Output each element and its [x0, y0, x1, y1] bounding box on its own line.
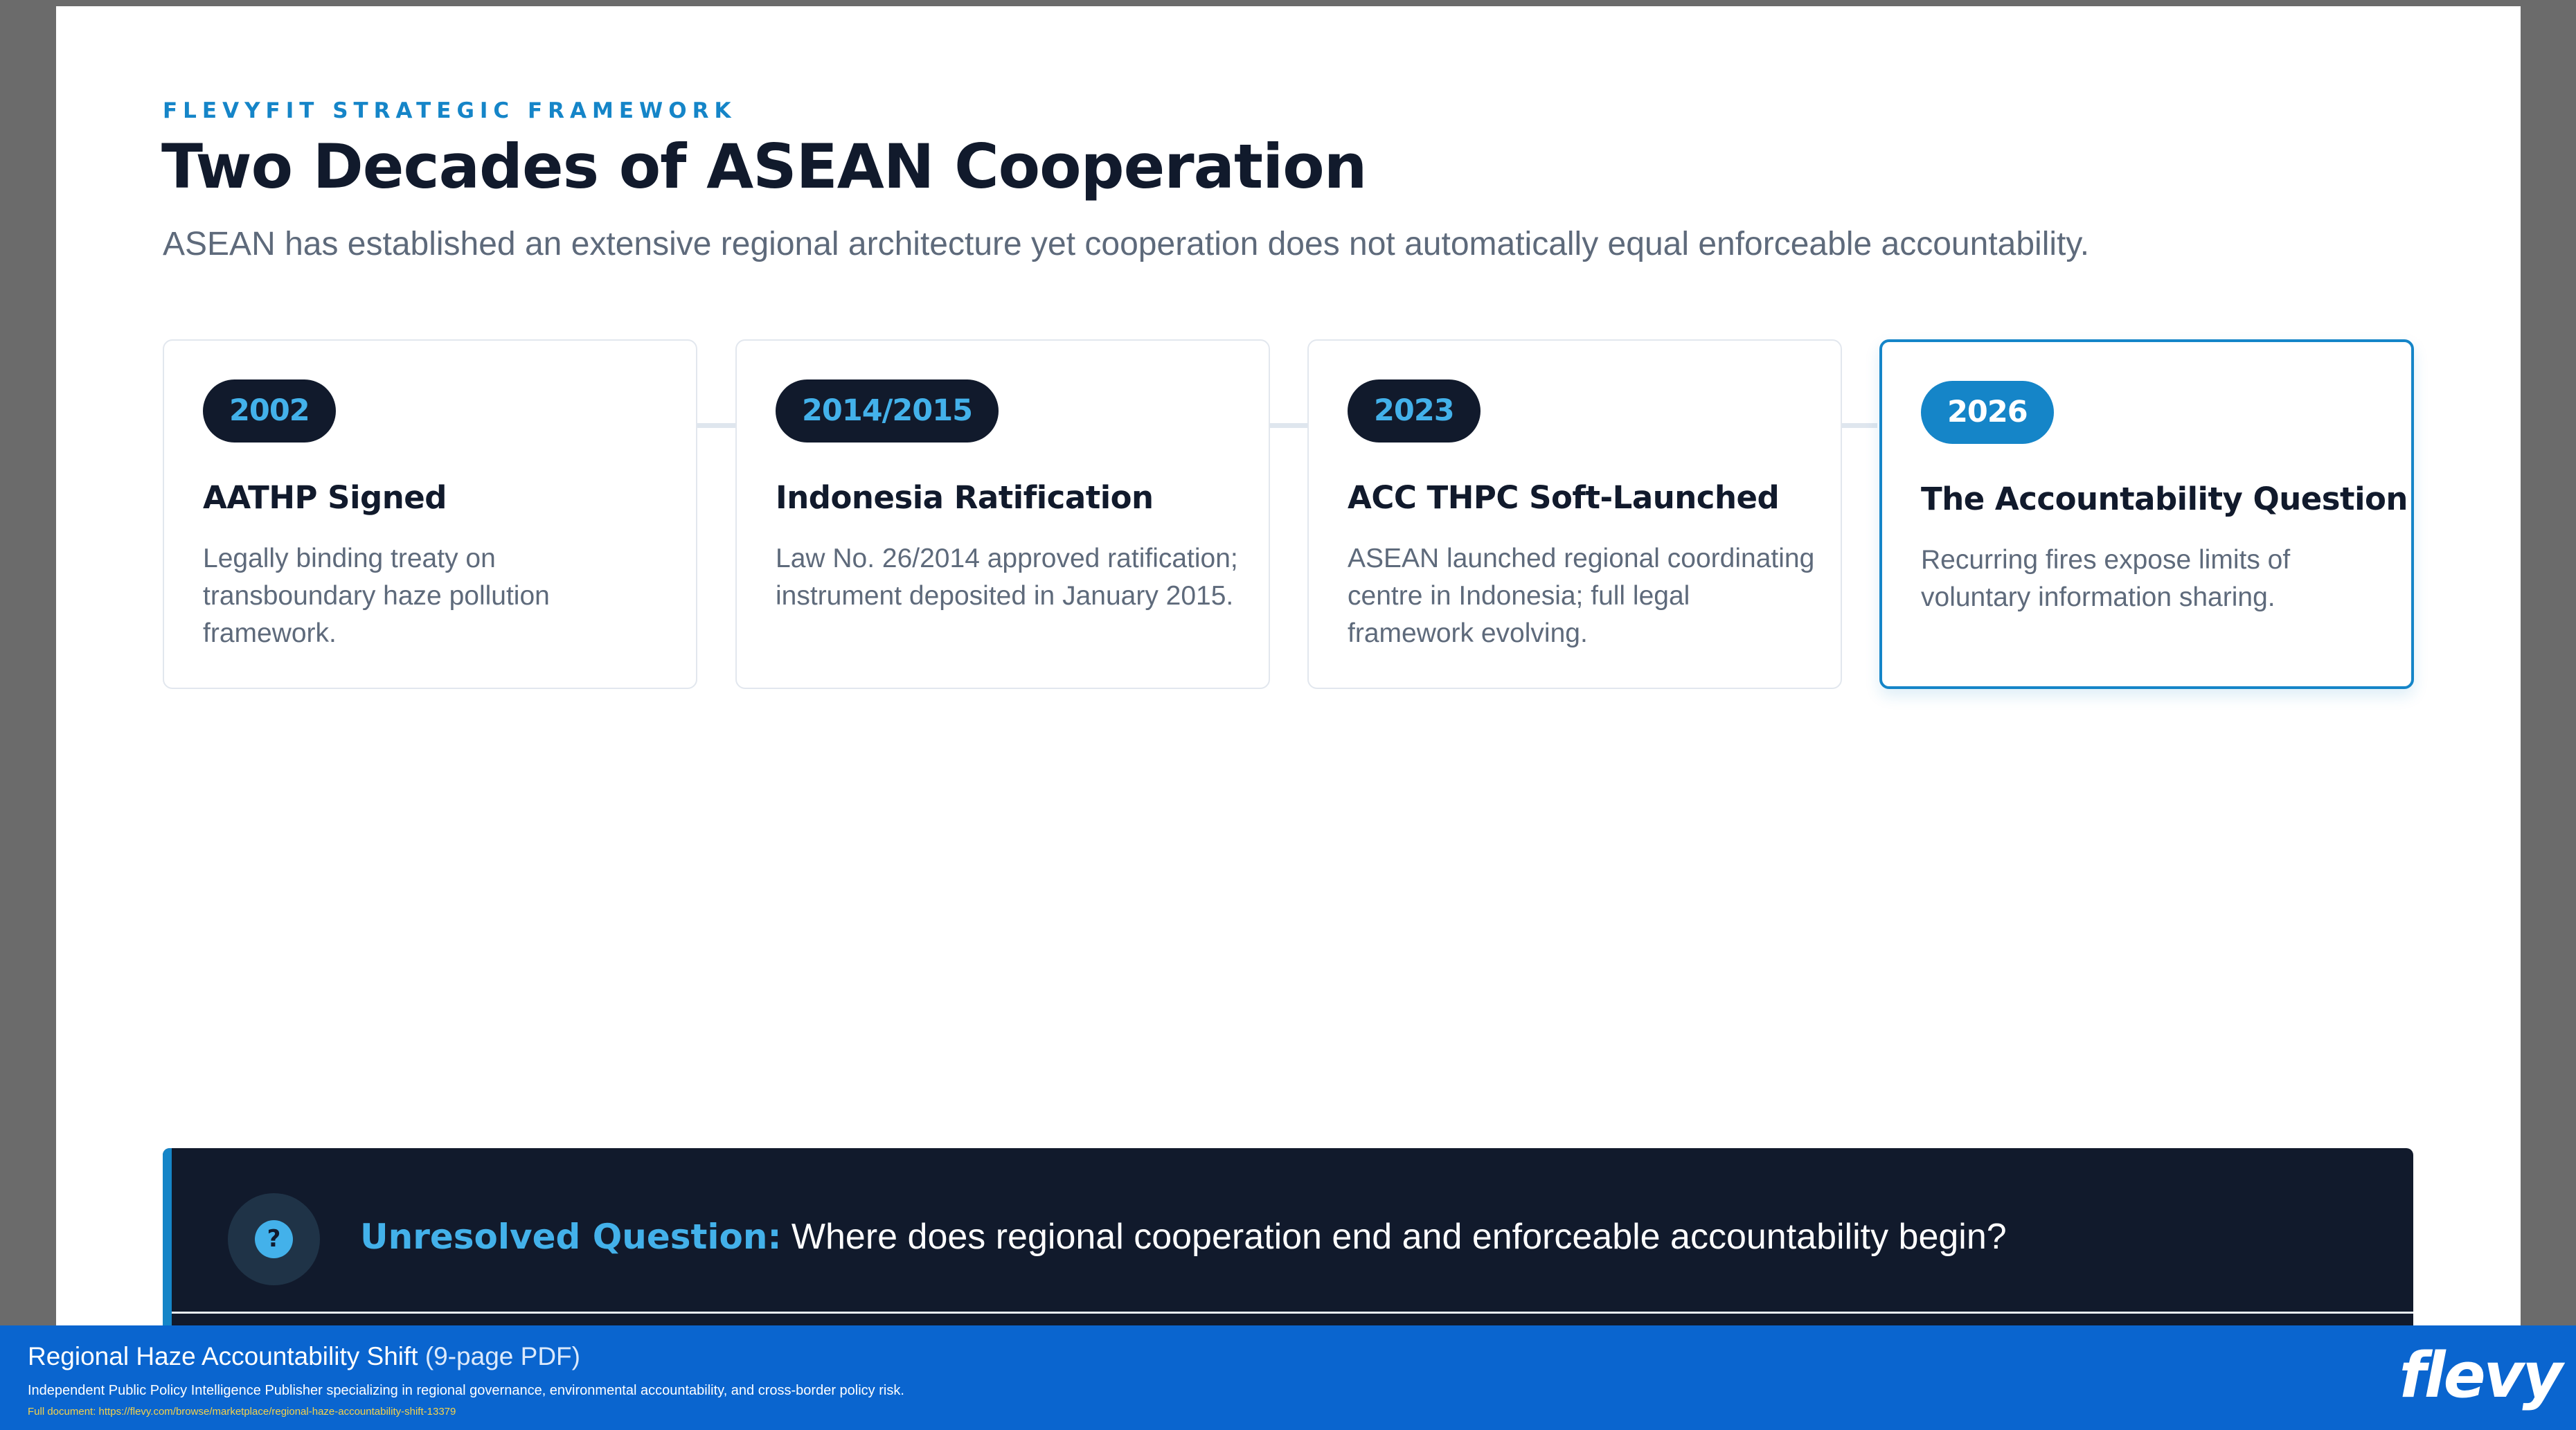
timeline-connector — [1836, 423, 1877, 428]
card-title: AATHP Signed — [203, 479, 447, 516]
question-icon-container: ? — [228, 1193, 320, 1285]
card-description: Legally binding treaty on transboundary … — [203, 544, 550, 648]
timeline-connector — [697, 423, 739, 428]
question-label: Unresolved Question: — [360, 1217, 782, 1257]
banner-divider — [172, 1312, 2413, 1314]
timeline-card-2026: 2026 The Accountability Question Recurri… — [1879, 339, 2414, 689]
publisher-description: Independent Public Policy Intelligence P… — [28, 1383, 904, 1398]
page-title: Two Decades of ASEAN Cooperation — [161, 131, 1367, 202]
banner-accent — [163, 1148, 172, 1325]
timeline-card-2023: 2023 ACC THPC Soft-Launched ASEAN launch… — [1307, 339, 1842, 689]
unresolved-question-banner: ? Unresolved Question: Where does region… — [163, 1148, 2413, 1325]
footer-title: Regional Haze Accountability Shift (9-pa… — [28, 1342, 580, 1371]
year-badge: 2026 — [1921, 381, 2054, 444]
question-icon: ? — [255, 1220, 293, 1258]
card-description: Law No. 26/2014 approved ratification; i… — [776, 544, 1238, 611]
document-title: Regional Haze Accountability Shift — [28, 1342, 418, 1370]
year-badge: 2014/2015 — [776, 379, 999, 443]
year-badge: 2002 — [203, 379, 336, 443]
card-title: ACC THPC Soft-Launched — [1348, 479, 1780, 516]
card-title: The Accountability Question — [1921, 481, 2408, 517]
card-title: Indonesia Ratification — [776, 479, 1154, 516]
document-link[interactable]: Full document: https://flevy.com/browse/… — [28, 1406, 456, 1418]
page-subtitle: ASEAN has established an extensive regio… — [163, 226, 2090, 262]
year-badge: 2023 — [1348, 379, 1481, 443]
timeline-card-2014-2015: 2014/2015 Indonesia Ratification Law No.… — [735, 339, 1270, 689]
question-text: Unresolved Question: Where does regional… — [360, 1216, 2007, 1258]
eyebrow-label: FLEVYFIT STRATEGIC FRAMEWORK — [163, 98, 737, 123]
page-count: (9-page PDF) — [418, 1342, 580, 1370]
timeline-connector — [1267, 423, 1308, 428]
question-body: Where does regional cooperation end and … — [781, 1217, 2007, 1257]
timeline-card-2002: 2002 AATHP Signed Legally binding treaty… — [163, 339, 697, 689]
slide: FLEVYFIT STRATEGIC FRAMEWORK Two Decades… — [56, 6, 2521, 1325]
card-description: ASEAN launched regional coordinating cen… — [1348, 544, 1815, 648]
card-description: Recurring fires expose limits of volunta… — [1921, 545, 2291, 612]
flevy-logo[interactable]: flevy — [2399, 1339, 2563, 1412]
footer-bar: Regional Haze Accountability Shift (9-pa… — [0, 1325, 2576, 1430]
